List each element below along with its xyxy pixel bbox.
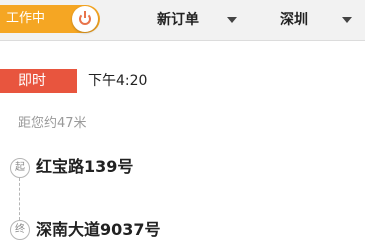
toggle-knob[interactable]: [72, 6, 98, 32]
end-marker-icon: 终: [10, 220, 30, 240]
order-time: 下午4:20: [88, 73, 148, 89]
work-status-toggle[interactable]: 工作中: [0, 5, 100, 33]
route-line: [19, 178, 20, 220]
chevron-down-icon: [342, 17, 352, 23]
city-dropdown[interactable]: 深圳: [280, 0, 360, 40]
start-address: 红宝路139号: [36, 157, 134, 176]
distance-text: 距您约47米: [18, 116, 87, 131]
immediate-tag: 即时: [0, 69, 77, 93]
order-type-label: 新订单: [157, 12, 199, 28]
end-address: 深南大道9037号: [36, 220, 161, 239]
chevron-down-icon: [227, 17, 237, 23]
start-marker-icon: 起: [10, 158, 30, 178]
work-status-label: 工作中: [6, 11, 46, 26]
order-type-dropdown[interactable]: 新订单: [157, 0, 241, 40]
city-label: 深圳: [280, 12, 308, 28]
top-bar: 工作中 新订单 深圳: [0, 0, 365, 41]
power-icon: [79, 11, 91, 25]
